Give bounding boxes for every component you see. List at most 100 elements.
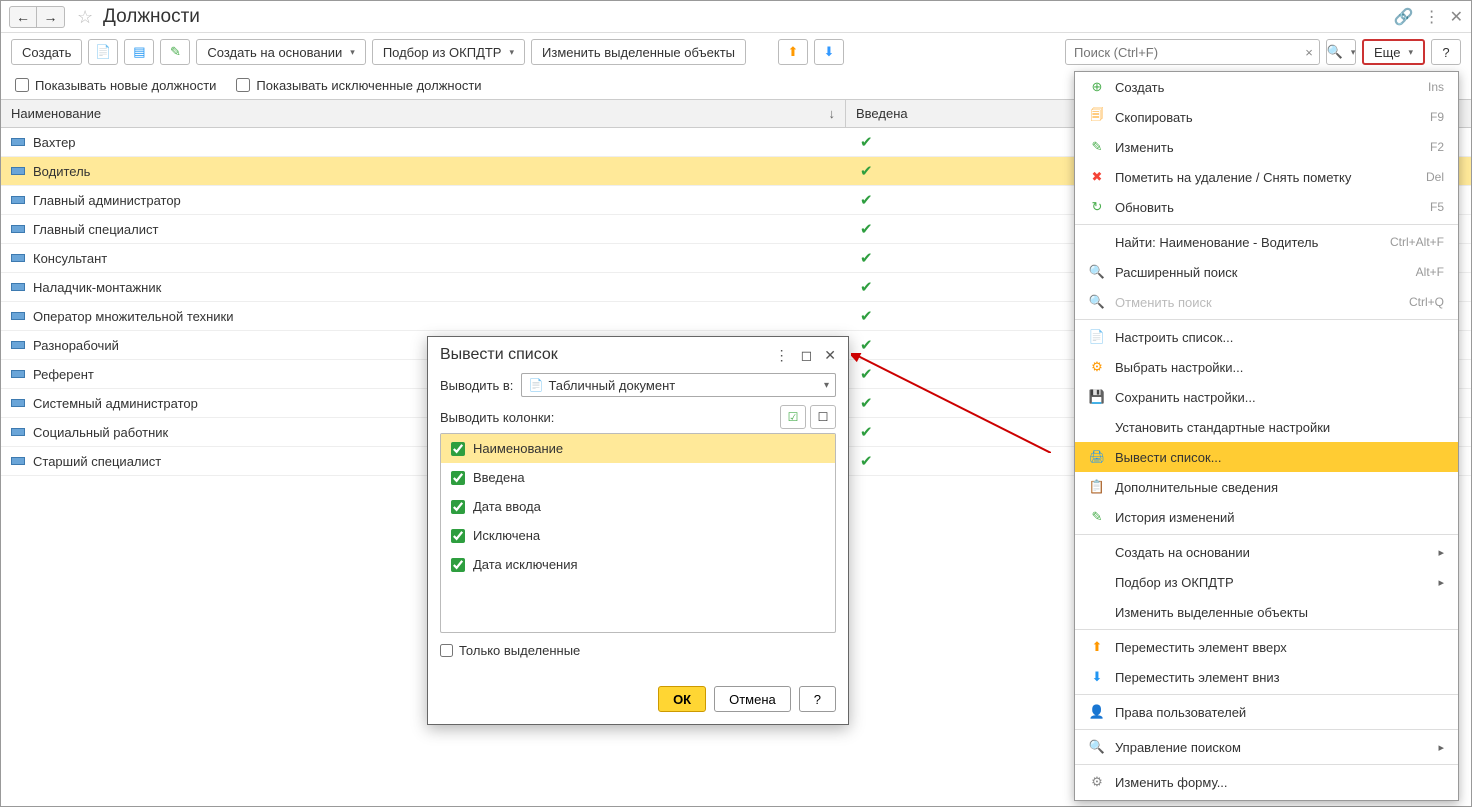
menu-label: Пометить на удаление / Снять пометку: [1115, 170, 1416, 185]
column-checkbox[interactable]: [451, 529, 465, 543]
export-list-dialog: Вывести список ⋮ ◻ ✕ Выводить в: 📄 Табли…: [427, 336, 849, 725]
column-item[interactable]: Дата исключения: [441, 550, 835, 579]
menu-label: Скопировать: [1115, 110, 1420, 125]
column-item[interactable]: Наименование: [441, 434, 835, 463]
edit-button[interactable]: ✎: [160, 39, 190, 65]
menu-icon: ⚙: [1089, 359, 1105, 375]
column-label: Наименование: [473, 441, 563, 456]
create-button[interactable]: Создать: [11, 39, 82, 65]
menu-icon: ✎: [1089, 509, 1105, 525]
cancel-button[interactable]: Отмена: [714, 686, 791, 712]
copy-button[interactable]: 📄: [88, 39, 118, 65]
menu-item[interactable]: ⊕СоздатьIns: [1075, 72, 1458, 102]
row-icon: [11, 167, 25, 175]
column-item[interactable]: Дата ввода: [441, 492, 835, 521]
row-icon: [11, 283, 25, 291]
menu-icon: [1089, 234, 1105, 250]
menu-item[interactable]: Создать на основании: [1075, 537, 1458, 567]
column-checkbox[interactable]: [451, 500, 465, 514]
pick-okpdtr-button[interactable]: Подбор из ОКПДТР: [372, 39, 525, 65]
dialog-maximize-icon[interactable]: ◻: [801, 347, 813, 364]
close-icon[interactable]: ✕: [1450, 7, 1463, 27]
row-icon: [11, 457, 25, 465]
show-new-label: Показывать новые должности: [35, 78, 216, 93]
menu-label: Найти: Наименование - Водитель: [1115, 235, 1380, 250]
menu-item[interactable]: 📋Дополнительные сведения: [1075, 472, 1458, 502]
menu-item[interactable]: 🔍Расширенный поискAlt+F: [1075, 257, 1458, 287]
search-options-button[interactable]: 🔍: [1326, 39, 1356, 65]
row-name: Водитель: [33, 164, 90, 179]
menu-item[interactable]: ✖Пометить на удаление / Снять пометкуDel: [1075, 162, 1458, 192]
menu-item[interactable]: ⚙Изменить форму...: [1075, 767, 1458, 797]
menu-item[interactable]: Установить стандартные настройки: [1075, 412, 1458, 442]
show-excluded-checkbox[interactable]: Показывать исключенные должности: [236, 78, 481, 93]
column-item[interactable]: Исключена: [441, 521, 835, 550]
menu-label: Создать: [1115, 80, 1418, 95]
dialog-help-button[interactable]: ?: [799, 686, 836, 712]
menu-label: Расширенный поиск: [1115, 265, 1406, 280]
dialog-close-icon[interactable]: ✕: [824, 347, 836, 364]
menu-item[interactable]: ⬆Переместить элемент вверх: [1075, 632, 1458, 662]
menu-icon: 🔍: [1089, 739, 1105, 755]
create-based-button[interactable]: Создать на основании: [196, 39, 365, 65]
menu-item[interactable]: Изменить выделенные объекты: [1075, 597, 1458, 627]
row-name: Социальный работник: [33, 425, 168, 440]
menu-shortcut: F2: [1430, 140, 1444, 154]
menu-label: Переместить элемент вниз: [1115, 670, 1444, 685]
table-doc-icon: 📄: [528, 378, 542, 392]
link-icon[interactable]: 🔗: [1394, 7, 1414, 27]
nav-forward-button[interactable]: →: [37, 6, 65, 28]
menu-label: Подбор из ОКПДТР: [1115, 575, 1428, 590]
check-all-button[interactable]: ☑: [780, 405, 806, 429]
column-checkbox[interactable]: [451, 442, 465, 456]
menu-item[interactable]: 🖨Вывести список...: [1075, 442, 1458, 472]
menu-item[interactable]: ✎ИзменитьF2: [1075, 132, 1458, 162]
menu-icon: [1089, 544, 1105, 560]
column-item[interactable]: Введена: [441, 463, 835, 492]
dialog-menu-icon[interactable]: ⋮: [775, 347, 789, 364]
row-name: Вахтер: [33, 135, 76, 150]
plus-file-icon: 📄: [95, 44, 111, 60]
menu-label: Обновить: [1115, 200, 1420, 215]
menu-label: Управление поиском: [1115, 740, 1428, 755]
menu-item[interactable]: 💾Сохранить настройки...: [1075, 382, 1458, 412]
menu-item[interactable]: Найти: Наименование - ВодительCtrl+Alt+F: [1075, 227, 1458, 257]
menu-item[interactable]: 📄Настроить список...: [1075, 322, 1458, 352]
move-up-button[interactable]: ⬆: [778, 39, 808, 65]
column-label: Введена: [473, 470, 525, 485]
menu-item[interactable]: ↻ОбновитьF5: [1075, 192, 1458, 222]
nav-back-button[interactable]: ←: [9, 6, 37, 28]
row-name: Старший специалист: [33, 454, 161, 469]
show-new-checkbox[interactable]: Показывать новые должности: [15, 78, 216, 93]
menu-icon: 🔍: [1089, 264, 1105, 280]
column-checkbox[interactable]: [451, 558, 465, 572]
uncheck-all-button[interactable]: ☐: [810, 405, 836, 429]
col-header-name[interactable]: Наименование↓: [1, 100, 846, 127]
dialog-title: Вывести список: [440, 346, 558, 364]
search-input[interactable]: [1066, 45, 1299, 60]
search-clear-icon[interactable]: ×: [1299, 45, 1319, 60]
menu-label: Изменить выделенные объекты: [1115, 605, 1444, 620]
change-selected-button[interactable]: Изменить выделенные объекты: [531, 39, 746, 65]
menu-icon: ✎: [1089, 139, 1105, 155]
output-to-select[interactable]: 📄 Табличный документ ▾: [521, 373, 836, 397]
menu-item[interactable]: ?СправкаF1: [1075, 797, 1458, 801]
help-button[interactable]: ?: [1431, 39, 1461, 65]
menu-item[interactable]: ⚙Выбрать настройки...: [1075, 352, 1458, 382]
menu-item[interactable]: 👤Права пользователей: [1075, 697, 1458, 727]
kebab-icon[interactable]: ⋮: [1424, 7, 1440, 27]
menu-item[interactable]: 🔍 Управление поиском: [1075, 732, 1458, 762]
menu-shortcut: Ins: [1428, 80, 1444, 94]
move-down-button[interactable]: ⬇: [814, 39, 844, 65]
ok-button[interactable]: ОК: [658, 686, 706, 712]
row-icon: [11, 370, 25, 378]
menu-item[interactable]: ⬇Переместить элемент вниз: [1075, 662, 1458, 692]
menu-item[interactable]: 🗐СкопироватьF9: [1075, 102, 1458, 132]
only-selected-checkbox[interactable]: Только выделенные: [440, 643, 836, 658]
column-checkbox[interactable]: [451, 471, 465, 485]
menu-item[interactable]: Подбор из ОКПДТР: [1075, 567, 1458, 597]
menu-item[interactable]: ✎История изменений: [1075, 502, 1458, 532]
list-button[interactable]: ▤: [124, 39, 154, 65]
more-button[interactable]: Еще: [1362, 39, 1425, 65]
favorite-star-icon[interactable]: ☆: [77, 7, 97, 27]
